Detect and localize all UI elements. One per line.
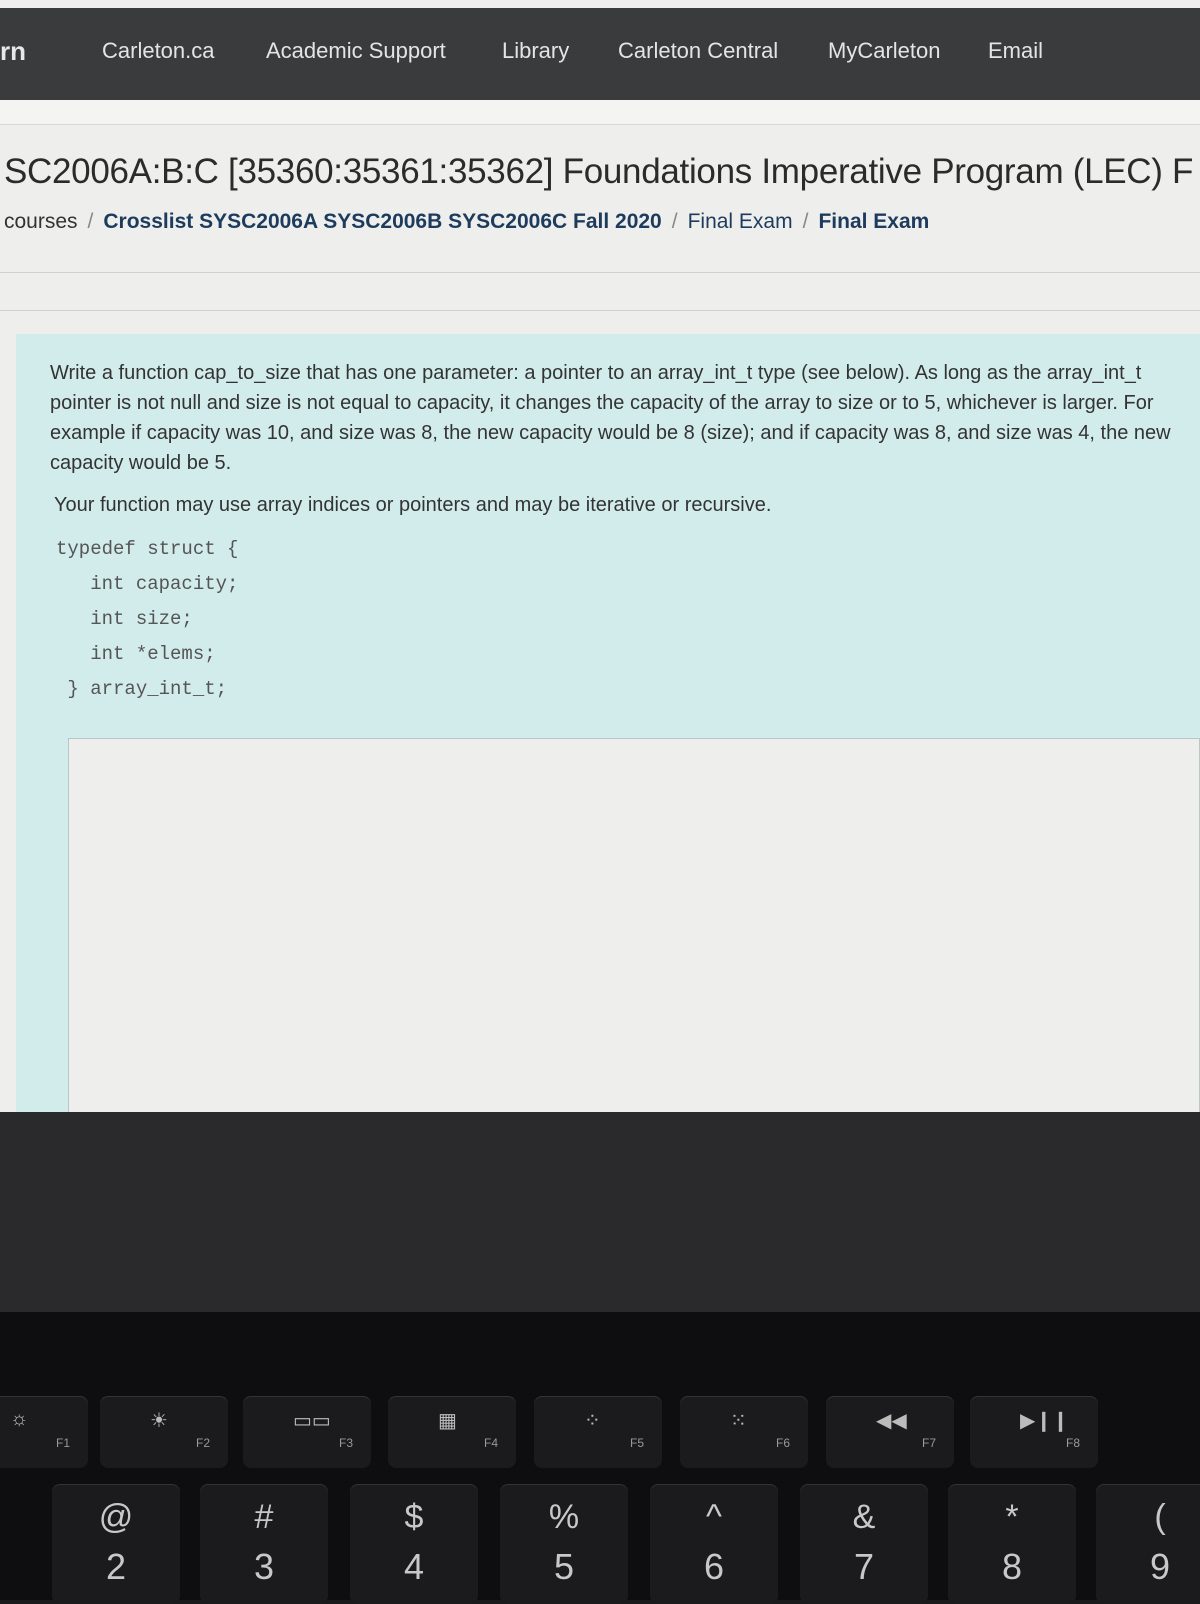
breadcrumb-final-exam-current[interactable]: Final Exam [818, 210, 929, 233]
key-5[interactable]: % 5 [500, 1484, 628, 1604]
f7-key[interactable]: ◀◀ F7 [826, 1396, 954, 1468]
rewind-icon: ◀◀ [876, 1410, 907, 1432]
nav-link-library[interactable]: Library [502, 38, 569, 64]
answer-textarea[interactable] [68, 738, 1200, 1112]
key-8[interactable]: * 8 [948, 1484, 1076, 1604]
question-panel: Write a function cap_to_size that has on… [16, 334, 1200, 1112]
brightness-up-icon: ☀ [150, 1410, 168, 1432]
key-2[interactable]: @ 2 [52, 1484, 180, 1604]
play-pause-icon: ▶❙❙ [1020, 1410, 1069, 1432]
nav-link-email[interactable]: Email [988, 38, 1043, 64]
question-text: Write a function cap_to_size that has on… [50, 362, 1171, 474]
breadcrumb: courses / Crosslist SYSC2006A SYSC2006B SY… [4, 210, 929, 234]
divider [0, 272, 1200, 273]
key-4[interactable]: $ 4 [350, 1484, 478, 1604]
keyboard-light-up-icon: ⁙ [730, 1410, 747, 1432]
launchpad-icon: ▦ [438, 1410, 457, 1432]
keyboard-light-down-icon: ⁘ [584, 1410, 601, 1432]
mission-control-icon: ▭▭ [293, 1410, 331, 1432]
header-band [0, 100, 1200, 125]
breadcrumb-separator: / [802, 210, 809, 233]
laptop-bezel [0, 1112, 1200, 1312]
f1-key[interactable]: ☼ F1 [0, 1396, 88, 1468]
breadcrumb-final-exam[interactable]: Final Exam [688, 210, 793, 233]
key-6[interactable]: ^ 6 [650, 1484, 778, 1604]
nav-link-carleton[interactable]: Carleton.ca [102, 38, 215, 64]
nav-link-mycarleton[interactable]: MyCarleton [828, 38, 940, 64]
f8-key[interactable]: ▶❙❙ F8 [970, 1396, 1098, 1468]
key-3[interactable]: # 3 [200, 1484, 328, 1604]
f4-key[interactable]: ▦ F4 [388, 1396, 516, 1468]
f5-key[interactable]: ⁘ F5 [534, 1396, 662, 1468]
brand-logo: rn [0, 36, 26, 66]
top-navigation: rn Carleton.ca Academic Support Library … [0, 8, 1200, 100]
breadcrumb-separator: / [671, 210, 678, 233]
code-snippet: typedef struct { int capacity; int size;… [56, 538, 239, 700]
f3-key[interactable]: ▭▭ F3 [243, 1396, 371, 1468]
nav-link-carleton-central[interactable]: Carleton Central [618, 38, 778, 64]
question-note: Your function may use array indices or p… [54, 494, 772, 516]
key-9[interactable]: ( 9 [1096, 1484, 1200, 1604]
key-7[interactable]: & 7 [800, 1484, 928, 1604]
breadcrumb-separator: / [87, 210, 94, 233]
f2-key[interactable]: ☀ F2 [100, 1396, 228, 1468]
browser-screen: rn Carleton.ca Academic Support Library … [0, 0, 1200, 1112]
breadcrumb-crosslist[interactable]: Crosslist SYSC2006A SYSC2006B SYSC2006C … [103, 210, 661, 233]
brightness-down-icon: ☼ [10, 1408, 29, 1430]
divider [0, 310, 1200, 311]
nav-link-academic-support[interactable]: Academic Support [266, 38, 446, 64]
f6-key[interactable]: ⁙ F6 [680, 1396, 808, 1468]
page-title: SC2006A:B:C [35360:35361:35362] Foundati… [4, 152, 1194, 191]
breadcrumb-courses[interactable]: courses [4, 210, 78, 233]
